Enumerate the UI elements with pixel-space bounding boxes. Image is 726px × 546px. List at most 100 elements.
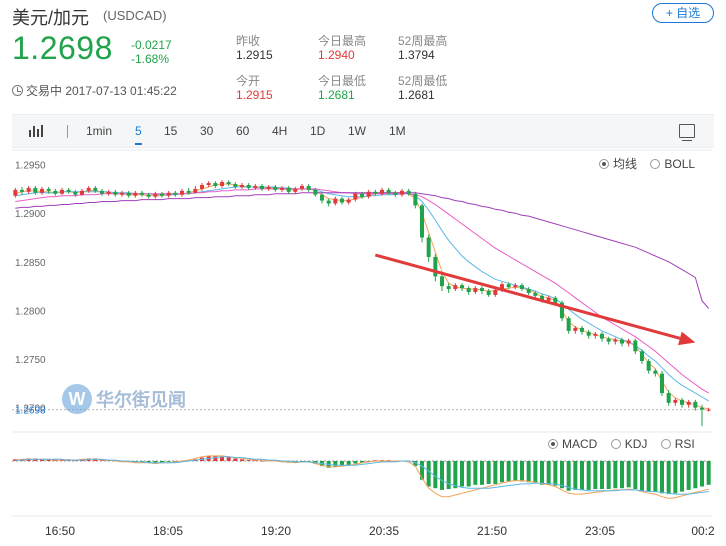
macd-bar <box>473 461 478 485</box>
candle-body <box>420 205 424 238</box>
macd-bar <box>493 461 498 484</box>
candle-body <box>113 191 118 195</box>
macd-bar <box>246 460 251 461</box>
candle-body <box>120 192 124 195</box>
candle-body <box>280 187 284 190</box>
candle-body <box>166 192 171 196</box>
candle-body <box>40 188 44 193</box>
macd-bar <box>240 459 244 461</box>
candle-body <box>660 373 664 394</box>
macd-bar <box>460 461 464 487</box>
candle-body <box>360 193 364 197</box>
candle-body <box>620 339 624 344</box>
watermark-logo-icon: W <box>62 384 92 414</box>
candle-body <box>313 189 318 195</box>
candle-body <box>60 189 64 194</box>
candle-body <box>253 185 258 188</box>
candle-body <box>680 399 684 405</box>
candle-body <box>693 401 698 408</box>
candle-body <box>173 192 178 195</box>
macd-bar <box>513 461 518 481</box>
candle-body <box>93 187 98 191</box>
x-tick-label: 19:20 <box>261 524 291 538</box>
macd-bar <box>586 461 591 490</box>
y-tick-label: 1.2950 <box>15 161 46 172</box>
candle-body <box>580 327 584 332</box>
x-tick-label: 16:50 <box>45 524 75 538</box>
x-tick-label: 21:50 <box>477 524 507 538</box>
macd-bar <box>680 461 684 492</box>
macd-bar <box>533 461 538 484</box>
ma-line <box>15 183 709 410</box>
candle-body <box>246 185 251 188</box>
candle-body <box>106 191 111 194</box>
candle-body <box>140 192 144 195</box>
macd-bar <box>593 461 598 490</box>
macd-bar <box>433 461 438 489</box>
candle-body <box>133 192 138 196</box>
candle-body <box>86 187 91 191</box>
candle-body <box>606 338 611 342</box>
candle-body <box>473 288 478 292</box>
candle-body <box>240 185 244 187</box>
watermark: W 华尔街见闻 <box>62 384 186 414</box>
macd-bar <box>606 461 611 490</box>
x-tick-label: 00:2 <box>691 524 715 538</box>
candle-body <box>180 190 184 195</box>
macd-bar <box>580 461 584 490</box>
macd-bar <box>640 461 644 491</box>
candle-body <box>373 191 378 194</box>
y-tick-label: 1.2750 <box>15 355 46 366</box>
candle-body <box>233 184 238 187</box>
candle-body <box>480 288 484 291</box>
macd-bar <box>553 461 558 486</box>
candle-body <box>213 183 218 186</box>
candle-body <box>626 340 631 344</box>
candle-body <box>260 185 264 189</box>
macd-bar <box>526 461 531 483</box>
candle-body <box>513 285 518 288</box>
candle-body <box>306 185 311 190</box>
candle-body <box>100 190 104 194</box>
macd-bar <box>666 461 671 495</box>
candle-body <box>686 401 691 405</box>
trend-arrow-head <box>678 331 696 346</box>
macd-bar <box>353 461 358 464</box>
candle-body <box>46 188 51 191</box>
macd-bar <box>620 461 624 489</box>
macd-bar <box>213 455 218 461</box>
candle-body <box>26 187 31 192</box>
candle-body <box>673 399 678 403</box>
candle-body <box>80 190 84 195</box>
macd-bar <box>486 461 491 484</box>
macd-bar <box>466 461 471 487</box>
candle-body <box>53 190 58 194</box>
candle-body <box>320 194 324 201</box>
candle-body <box>66 189 71 192</box>
macd-bar <box>673 461 678 494</box>
candle-body <box>566 318 571 331</box>
candle-body <box>400 190 404 195</box>
x-tick-label: 23:05 <box>585 524 615 538</box>
macd-bar <box>700 461 704 487</box>
candle-body <box>300 185 304 189</box>
macd-bar <box>546 461 551 485</box>
x-tick-label: 20:35 <box>369 524 399 538</box>
candle-body <box>13 189 18 196</box>
candle-body <box>573 327 578 331</box>
macd-bar <box>560 461 564 489</box>
candle-body <box>380 189 384 194</box>
candle-body <box>546 297 551 301</box>
current-price-label: 1.2698 <box>15 406 46 417</box>
candle-body <box>386 189 391 193</box>
ma-line <box>15 188 709 394</box>
candle-body <box>333 198 338 204</box>
candle-body <box>600 333 604 339</box>
macd-bar <box>686 461 691 490</box>
candle-body <box>533 292 538 296</box>
candle-body <box>226 182 231 185</box>
candle-body <box>706 409 711 411</box>
macd-bar <box>633 461 638 490</box>
candle-body <box>326 200 331 204</box>
price-chart[interactable]: 1.29501.29001.28501.28001.27501.27001.26… <box>0 0 726 546</box>
